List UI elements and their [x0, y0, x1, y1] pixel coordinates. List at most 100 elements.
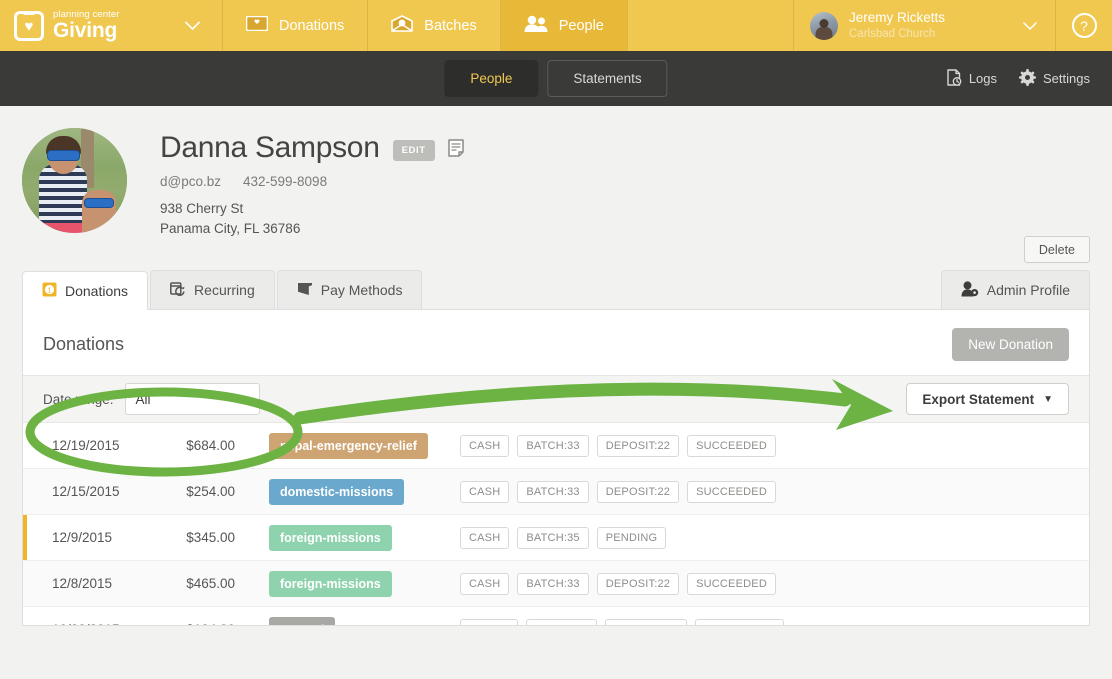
status-badge: CASH	[460, 435, 509, 457]
donation-tags: CASH BATCH:33 DEPOSIT:22 SUCCEEDED	[460, 481, 776, 503]
heart-in-square-icon: ♥	[14, 11, 44, 41]
donation-amount: $254.00	[151, 484, 235, 499]
donation-fund-cell: foreign-missions	[235, 571, 460, 597]
coin-icon: 1	[42, 282, 57, 300]
brand-logo-menu[interactable]: ♥ planning center Giving	[0, 0, 223, 51]
recurring-calendar-icon	[170, 281, 186, 300]
avatar	[810, 12, 838, 40]
donation-fund-cell: foreign-missions	[235, 525, 460, 551]
secondary-navigation-bar: People Statements Logs Settings	[0, 51, 1112, 106]
batch-envelope-icon	[391, 15, 413, 36]
donation-fund-cell: nepal-emergency-relief	[235, 433, 460, 459]
status-badge: PENDING	[597, 527, 667, 549]
new-donation-button[interactable]: New Donation	[952, 328, 1069, 361]
help-button[interactable]: ?	[1056, 0, 1112, 51]
tab-donations-label: Donations	[65, 283, 128, 299]
edit-button[interactable]: EDIT	[393, 140, 435, 161]
profile-phone: 432-599-8098	[243, 174, 327, 189]
nav-item-batches[interactable]: Batches	[368, 0, 500, 51]
fund-badge: foreign-missions	[269, 571, 392, 597]
tab-admin-profile[interactable]: Admin Profile	[941, 270, 1090, 309]
card-icon	[297, 281, 313, 300]
status-badge: BATCH:35	[517, 527, 588, 549]
profile-email[interactable]: d@pco.bz	[160, 174, 221, 189]
subnav-tabs: People Statements	[444, 60, 667, 97]
settings-link[interactable]: Settings	[1019, 69, 1090, 89]
people-icon	[524, 15, 548, 36]
avatar	[22, 128, 127, 233]
donation-amount: $465.00	[151, 576, 235, 591]
tab-pay-methods[interactable]: Pay Methods	[277, 270, 423, 309]
date-range-value: All	[136, 392, 151, 407]
logs-link[interactable]: Logs	[947, 69, 997, 89]
profile-details: Danna Sampson EDIT d@pco.bz 432-599-8098…	[160, 128, 1090, 240]
date-range-select[interactable]: All ▼	[125, 383, 260, 415]
delete-button[interactable]: Delete	[1024, 236, 1090, 263]
user-organization: Carlsbad Church	[849, 27, 1012, 41]
fund-badge: nepal-emergency-relief	[269, 433, 428, 459]
status-badge: BATCH:33	[517, 573, 588, 595]
chevron-down-icon[interactable]	[1023, 19, 1037, 33]
nav-item-donations[interactable]: Donations	[223, 0, 368, 51]
profile-contact: d@pco.bz 432-599-8098	[160, 174, 1090, 189]
logs-icon	[947, 69, 962, 89]
export-statement-label: Export Statement	[922, 392, 1034, 407]
date-range-filter: Date range: All ▼	[43, 383, 260, 415]
subnav-tab-statements[interactable]: Statements	[547, 60, 667, 97]
chevron-down-icon: ▼	[1043, 394, 1053, 405]
profile-address-line2: Panama City, FL 36786	[160, 221, 300, 236]
status-badge: CASH	[460, 527, 509, 549]
note-icon[interactable]	[448, 139, 464, 162]
export-statement-button[interactable]: Export Statement ▼	[906, 383, 1069, 415]
status-badge: CASH	[460, 481, 509, 503]
brand-title: Giving	[53, 20, 119, 41]
tab-donations[interactable]: 1 Donations	[22, 271, 148, 310]
fund-badge: domestic-missions	[269, 479, 404, 505]
user-menu[interactable]: Jeremy Ricketts Carlsbad Church	[794, 0, 1056, 51]
subnav-tab-people[interactable]: People	[444, 60, 538, 97]
nav-spacer	[628, 0, 794, 51]
filter-bar: Date range: All ▼ Export Statement ▼	[23, 375, 1089, 423]
nav-item-people-label: People	[559, 18, 604, 34]
status-badge: BATCH:30	[526, 619, 597, 627]
chevron-down-icon: ▼	[240, 394, 249, 404]
tab-recurring[interactable]: Recurring	[150, 270, 275, 309]
status-badge: BATCH:33	[517, 435, 588, 457]
tab-pay-methods-label: Pay Methods	[321, 282, 403, 298]
table-row[interactable]: 12/9/2015$345.00foreign-missionsCASHBATC…	[23, 515, 1089, 561]
nav-item-people[interactable]: People	[501, 0, 628, 51]
status-badge: DEPOSIT:18	[605, 619, 687, 627]
fund-badge: foreign-missions	[269, 525, 392, 551]
donation-tags: CASHBATCH:33DEPOSIT:22SUCCEEDED	[460, 573, 776, 595]
donation-amount: $345.00	[151, 530, 235, 545]
table-row[interactable]: 12/15/2015$254.00domestic-missionsCASHBA…	[23, 469, 1089, 515]
table-row[interactable]: 12/19/2015$684.00nepal-emergency-reliefC…	[23, 423, 1089, 469]
status-badge: SUCCEEDED	[695, 619, 784, 627]
status-badge: BATCH:33	[517, 481, 588, 503]
table-row[interactable]: 10/22/2015$124.00generalCHECKBATCH:30DEP…	[23, 607, 1089, 626]
brand-text: planning center Giving	[53, 10, 119, 42]
donation-amount: $124.00	[151, 622, 235, 626]
chevron-down-icon[interactable]	[185, 18, 200, 33]
brand-subtitle: planning center	[53, 10, 119, 20]
donation-envelope-icon	[246, 16, 268, 35]
content-tabs: 1 Donations Recurring Pay Methods Admin …	[22, 270, 1090, 310]
fund-badge: general	[269, 617, 335, 627]
top-navigation-bar: ♥ planning center Giving Donations Batch…	[0, 0, 1112, 51]
settings-label: Settings	[1043, 71, 1090, 86]
tab-admin-profile-label: Admin Profile	[987, 282, 1070, 298]
status-badge: CASH	[460, 573, 509, 595]
donation-date: 12/8/2015	[43, 576, 151, 591]
svg-text:1: 1	[48, 287, 52, 294]
status-badge: DEPOSIT:22	[597, 435, 679, 457]
user-names: Jeremy Ricketts Carlsbad Church	[849, 10, 1012, 41]
subnav-links: Logs Settings	[947, 69, 1090, 89]
table-row[interactable]: 12/8/2015$465.00 foreign-missions CASH BATC…	[23, 561, 1089, 607]
status-badge: DEPOSIT:22	[597, 481, 679, 503]
nav-item-donations-label: Donations	[279, 18, 344, 34]
donation-fund-cell: general	[235, 617, 460, 627]
status-badge: SUCCEEDED	[687, 481, 776, 503]
profile-name-line: Danna Sampson EDIT	[160, 131, 1090, 165]
logs-label: Logs	[969, 71, 997, 86]
donations-table: 12/19/2015$684.00nepal-emergency-reliefC…	[23, 423, 1089, 626]
